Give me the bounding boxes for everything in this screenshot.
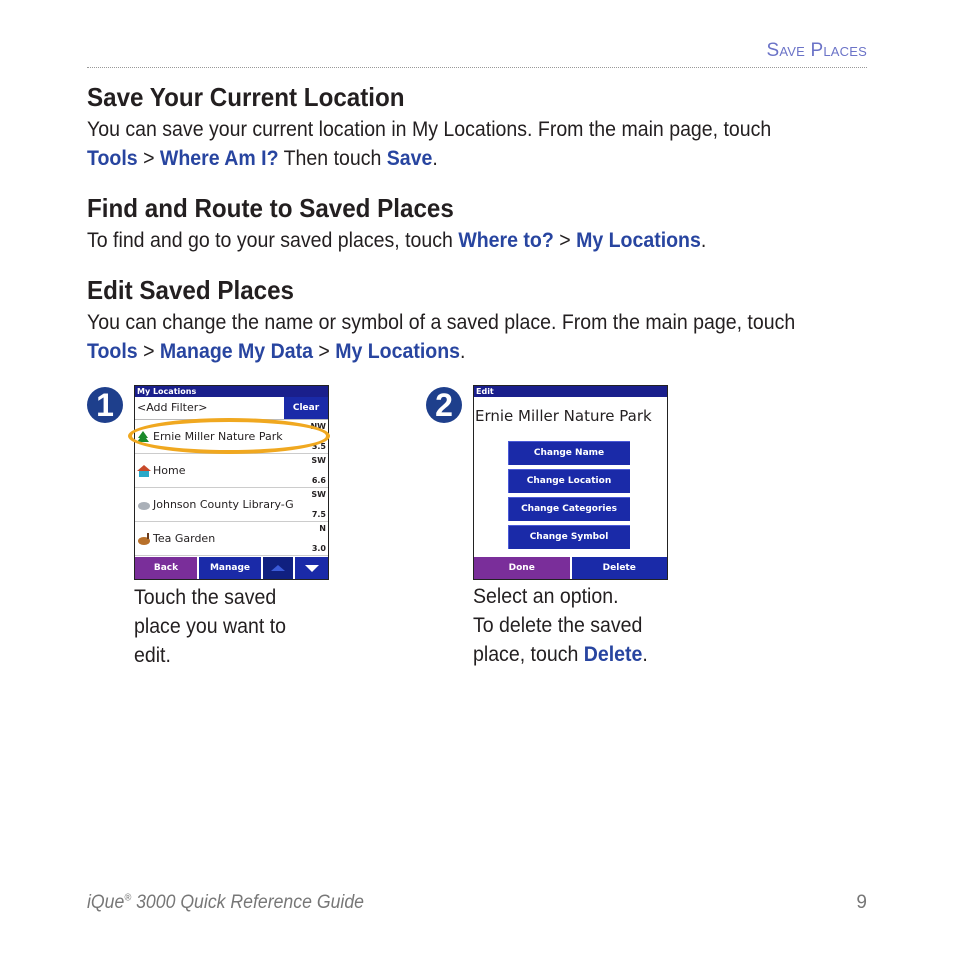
location-direction: SW — [311, 490, 326, 499]
text: place, touch — [473, 643, 584, 666]
location-row[interactable]: Johnson County Library-G SW 7.5 — [135, 488, 328, 522]
change-categories-button[interactable]: Change Categories — [508, 497, 630, 521]
location-name: Tea Garden — [153, 531, 216, 545]
section-text: You can save your current location in My… — [87, 118, 772, 141]
filter-row: <Add Filter> Clear — [135, 397, 328, 420]
keyword-where-to: Where to? — [458, 229, 554, 252]
section-find-and-route: Find and Route to Saved Places To find a… — [87, 193, 877, 255]
screen-title: My Locations — [135, 386, 328, 397]
caption-line: place, touch Delete. — [473, 640, 648, 669]
book-icon — [137, 499, 151, 511]
keyword-tools: Tools — [87, 147, 138, 170]
product-name: iQue — [87, 892, 125, 913]
bottom-toolbar: Back Manage — [135, 557, 328, 579]
arrow-up-icon — [271, 565, 285, 571]
highlight-ellipse — [128, 418, 330, 454]
period: . — [432, 147, 438, 170]
separator: > — [137, 147, 160, 170]
keyword-my-locations: My Locations — [576, 229, 701, 252]
section-heading: Save Your Current Location — [87, 82, 405, 112]
keyword-where-am-i: Where Am I? — [159, 147, 279, 170]
section-heading: Edit Saved Places — [87, 275, 294, 305]
manage-button[interactable]: Manage — [199, 557, 261, 579]
caption-line: edit. — [134, 644, 171, 667]
place-name: Ernie Miller Nature Park — [475, 407, 652, 425]
text: To find and go to your saved places, tou… — [87, 229, 459, 252]
location-name: Johnson County Library-G — [153, 497, 294, 511]
location-distance: 6.6 — [311, 476, 326, 485]
change-name-button[interactable]: Change Name — [508, 441, 630, 465]
section-text: You can change the name or symbol of a s… — [87, 311, 796, 334]
guide-name: 3000 Quick Reference Guide — [131, 892, 364, 913]
caption-line: Touch the saved — [134, 586, 277, 609]
step-2-caption: Select an option. To delete the saved pl… — [473, 582, 648, 669]
arrow-down-icon — [304, 564, 319, 572]
page-number: 9 — [856, 892, 867, 913]
teapot-icon — [137, 532, 151, 545]
step-2-badge: 2 — [426, 387, 462, 423]
location-direction: SW — [311, 456, 326, 465]
registered-mark: ® — [124, 892, 132, 904]
keyword-delete: Delete — [583, 643, 643, 666]
keyword-save: Save — [386, 147, 433, 170]
period: . — [459, 340, 466, 363]
keyword-tools: Tools — [87, 340, 138, 363]
add-filter-input[interactable]: <Add Filter> — [135, 397, 284, 419]
back-button[interactable]: Back — [135, 557, 197, 579]
section-text-steps: Tools > Manage My Data > My Locations. — [87, 337, 822, 366]
edit-screen: Edit Ernie Miller Nature Park Change Nam… — [473, 385, 668, 580]
caption-line: To delete the saved — [473, 614, 643, 637]
section-heading: Find and Route to Saved Places — [87, 193, 454, 223]
caption-line: place you want to — [134, 615, 286, 638]
running-header: Save Places — [766, 40, 867, 61]
period: . — [642, 643, 648, 666]
location-distance: 3.0 — [311, 544, 326, 553]
my-locations-screen: My Locations <Add Filter> Clear Ernie Mi… — [134, 385, 329, 580]
step-1-badge: 1 — [87, 387, 123, 423]
done-button[interactable]: Done — [474, 557, 570, 579]
location-distance: 7.5 — [311, 510, 326, 519]
bottom-toolbar: Done Delete — [474, 557, 667, 579]
location-row[interactable]: Home SW 6.6 — [135, 454, 328, 488]
footer-guide-title: iQue® 3000 Quick Reference Guide — [87, 892, 364, 914]
caption-line: Select an option. — [473, 585, 619, 608]
step-1-caption: Touch the saved place you want to edit. — [134, 583, 286, 670]
scroll-up-button[interactable] — [263, 557, 293, 579]
screen-title: Edit — [474, 386, 667, 397]
scroll-down-button[interactable] — [295, 557, 328, 579]
separator: > — [553, 229, 577, 252]
section-text: To find and go to your saved places, tou… — [87, 226, 822, 255]
delete-button[interactable]: Delete — [571, 557, 667, 579]
section-text-steps: Tools > Where Am I? Then touch Save. — [87, 144, 822, 173]
house-icon — [137, 464, 151, 477]
period: . — [700, 229, 707, 252]
header-divider — [87, 67, 867, 68]
separator: > — [312, 340, 336, 363]
change-location-button[interactable]: Change Location — [508, 469, 630, 493]
location-direction: N — [319, 524, 326, 533]
section-edit-saved-places: Edit Saved Places You can change the nam… — [87, 275, 877, 366]
text: Then touch — [278, 147, 387, 170]
clear-button[interactable]: Clear — [284, 397, 328, 419]
change-symbol-button[interactable]: Change Symbol — [508, 525, 630, 549]
location-row[interactable]: Tea Garden N 3.0 — [135, 522, 328, 556]
keyword-my-locations: My Locations — [335, 340, 460, 363]
keyword-manage-my-data: Manage My Data — [159, 340, 313, 363]
separator: > — [137, 340, 160, 363]
section-save-current-location: Save Your Current Location You can save … — [87, 82, 877, 173]
location-name: Home — [153, 463, 186, 477]
